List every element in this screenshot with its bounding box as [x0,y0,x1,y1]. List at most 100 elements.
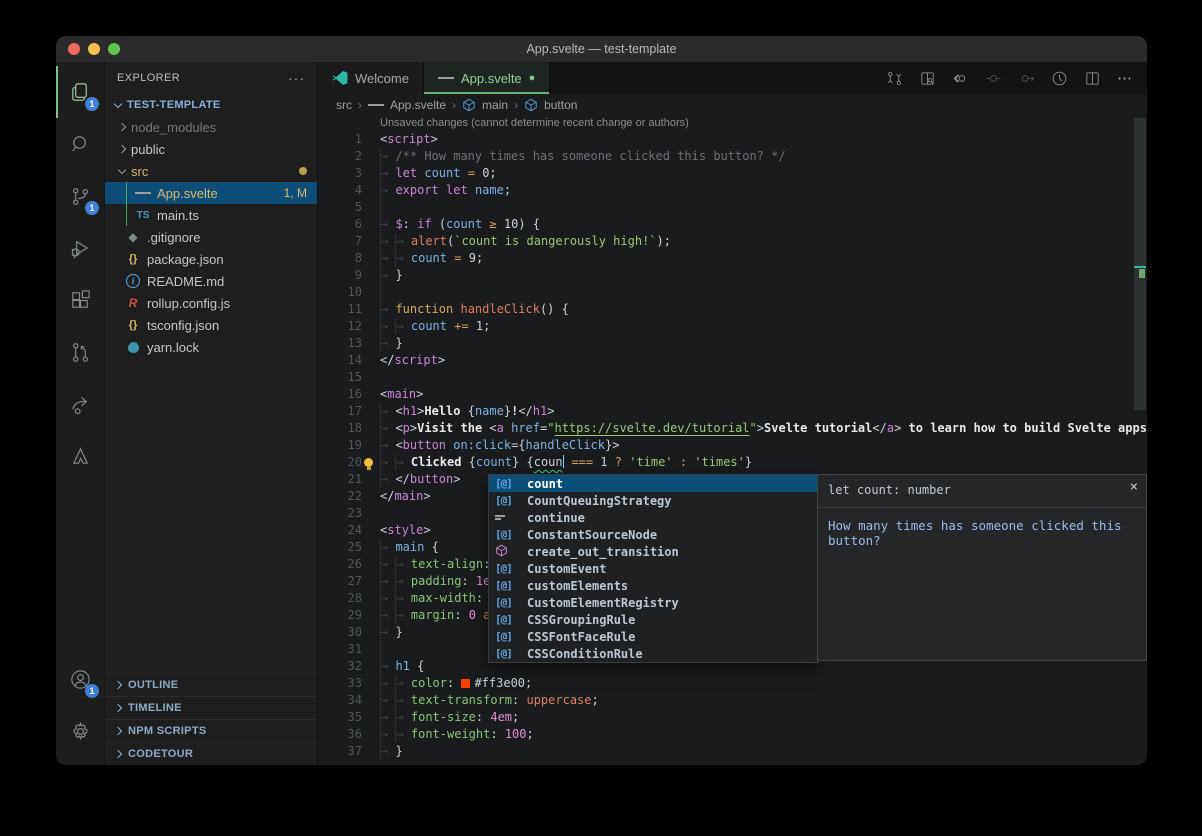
sidebar-section-npm-scripts[interactable]: NPM SCRIPTS [105,719,317,742]
code-line-13: 13→} [318,335,1147,352]
gitignore-file-icon: ◆ [125,229,141,245]
editor-scrollbar[interactable] [1134,118,1146,410]
tree-item-main-ts[interactable]: TSmain.ts [105,204,317,226]
sidebar-section-codetour[interactable]: CODETOUR [105,742,317,765]
color-swatch[interactable] [461,679,470,688]
line-number: 17 [318,403,374,420]
explorer-actions-button[interactable]: ··· [288,70,305,86]
minimize-window-button[interactable] [88,43,100,55]
rollup-file-icon: R [125,295,141,311]
breadcrumb-file[interactable]: App.svelte [390,98,446,112]
share-arrow-icon [69,393,92,416]
activity-github-pr[interactable] [56,326,104,378]
suggest-item-customevent[interactable]: [@]CustomEvent [489,560,818,577]
sidebar-section-timeline[interactable]: TIMELINE [105,696,317,719]
line-number: 24 [318,522,374,539]
previous-change-icon[interactable] [985,70,1002,87]
suggest-item-customelementregistry[interactable]: [@]CustomElementRegistry [489,594,818,611]
activity-azure[interactable] [56,430,104,482]
suggest-item-cssconditionrule[interactable]: [@]CSSConditionRule [489,645,818,662]
tree-item-public[interactable]: public [105,138,317,160]
symbol-variable-icon: [@] [495,477,521,490]
breadcrumb: src › App.svelte › main › button [318,94,1147,116]
line-number: 34 [318,692,374,709]
tab-welcome[interactable]: Welcome [318,62,424,94]
chevron-right-icon: › [452,98,456,112]
timeline-run-icon[interactable] [1051,70,1068,87]
activity-run-debug[interactable] [56,222,104,274]
line-number: 27 [318,573,374,590]
gitlens-annotation: Unsaved changes (cannot determine recent… [380,116,1147,131]
breadcrumb-main[interactable]: main [482,98,508,112]
sidebar-explorer: EXPLORER ··· TEST-TEMPLATE node_modulesp… [105,62,318,765]
lightbulb-icon[interactable] [364,458,373,467]
more-actions-icon[interactable]: ⋯ [1117,69,1133,87]
tree-item-package-json[interactable]: {}package.json [105,248,317,270]
zoom-window-button[interactable] [108,43,120,55]
navigate-back-icon[interactable] [952,70,969,87]
suggest-item-create_out_transition[interactable]: create_out_transition [489,543,818,560]
tree-item-app-svelte[interactable]: App.svelte1, M [105,182,317,204]
title-bar: App.svelte — test-template [56,36,1147,62]
suggest-item-cssgroupingrule[interactable]: [@]CSSGroupingRule [489,611,818,628]
readme-info-icon: i [125,273,141,289]
activity-search[interactable] [56,118,104,170]
breadcrumb-src[interactable]: src [336,98,352,112]
line-number: 30 [318,624,374,641]
tab-bar: Welcome App.svelte ● [318,62,1147,94]
desktop: App.svelte — test-template 1 1 [0,0,1202,836]
symbol-variable-icon: [@] [495,528,521,541]
line-number: 18 [318,420,374,437]
activity-extensions[interactable] [56,274,104,326]
chevron-right-icon: › [514,98,518,112]
open-preview-icon[interactable] [919,70,936,87]
settings-button[interactable] [56,705,104,757]
close-icon[interactable]: × [1130,479,1138,495]
code-line-8: 8→→count = 9; [318,250,1147,267]
tree-item-yarn-lock[interactable]: yarn.lock [105,336,317,358]
close-window-button[interactable] [68,43,80,55]
overview-ruler-cursor-mark [1134,266,1146,268]
traffic-lights [68,43,120,55]
line-number: 15 [318,369,374,386]
line-number: 23 [318,505,374,522]
tab-app-svelte[interactable]: App.svelte ● [424,62,550,94]
yarn-file-icon [125,339,141,355]
problems-git-badge: 1, M [284,186,307,200]
account-button[interactable]: 1 [56,653,104,705]
tree-item-rollup-config-js[interactable]: Rrollup.config.js [105,292,317,314]
activity-source-control[interactable]: 1 [56,170,104,222]
activity-explorer[interactable]: 1 [56,66,104,118]
suggest-item-countqueuingstrategy[interactable]: [@]CountQueuingStrategy [489,492,818,509]
tree-item--gitignore[interactable]: ◆.gitignore [105,226,317,248]
line-number: 19 [318,437,374,454]
code-line-11: 11→function handleClick() { [318,301,1147,318]
tree-item-readme-md[interactable]: iREADME.md [105,270,317,292]
suggest-widget: [@]count[@]CountQueuingStrategycontinue[… [488,474,819,663]
tree-indent-guide [126,182,127,204]
chevron-right-icon [114,704,122,712]
line-number: 8 [318,250,374,267]
code-editor[interactable]: Unsaved changes (cannot determine recent… [318,116,1147,765]
suggest-item-count[interactable]: [@]count [489,475,818,492]
tree-item-node-modules[interactable]: node_modules [105,116,317,138]
open-changes-icon[interactable] [886,70,903,87]
workspace-root[interactable]: TEST-TEMPLATE [105,94,317,116]
suggest-item-constantsourcenode[interactable]: [@]ConstantSourceNode [489,526,818,543]
symbol-cube-icon [524,98,538,112]
vscode-window: App.svelte — test-template 1 1 [56,36,1147,765]
suggest-item-continue[interactable]: continue [489,509,818,526]
breadcrumb-button[interactable]: button [544,98,577,112]
symbol-cube-icon [462,98,476,112]
next-change-icon[interactable] [1018,70,1035,87]
code-line-36: 36→→font-weight: 100; [318,726,1147,743]
chevron-right-icon [118,145,126,153]
suggest-item-cssfontfacerule[interactable]: [@]CSSFontFaceRule [489,628,818,645]
suggest-item-customelements[interactable]: [@]customElements [489,577,818,594]
activity-live-share[interactable] [56,378,104,430]
tree-item-src[interactable]: src [105,160,317,182]
split-editor-icon[interactable] [1084,70,1101,87]
sidebar-section-outline[interactable]: OUTLINE [105,673,317,696]
code-line-4: 4→export let name; [318,182,1147,199]
tree-item-tsconfig-json[interactable]: {}tsconfig.json [105,314,317,336]
